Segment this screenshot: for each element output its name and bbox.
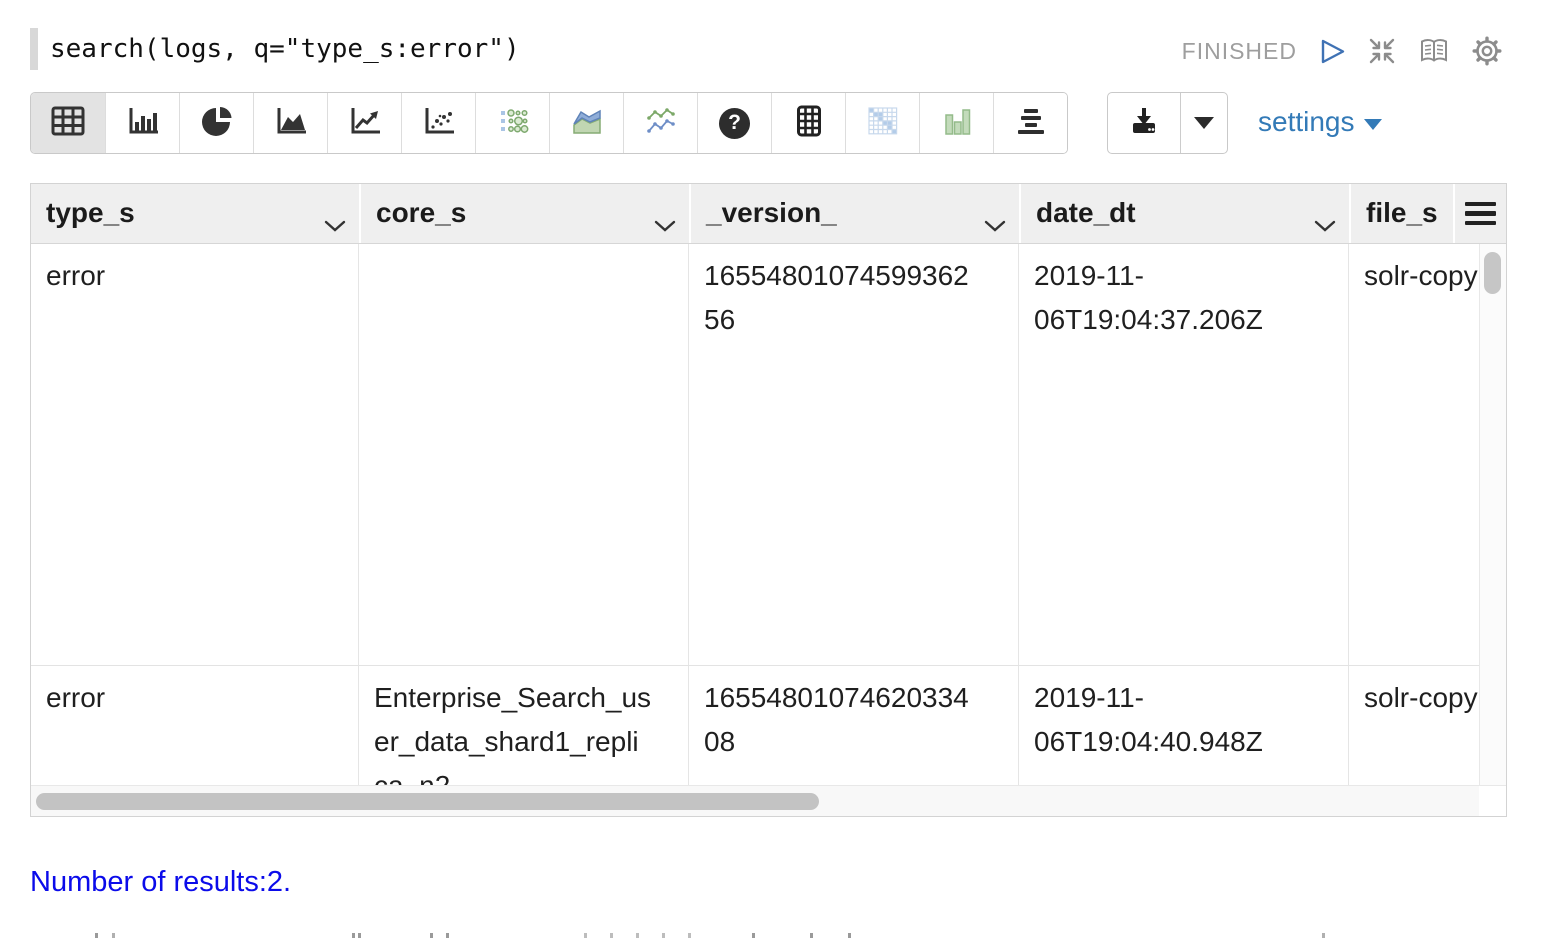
settings-link[interactable]: settings [1258, 106, 1382, 138]
scatter-chart-button[interactable] [401, 93, 475, 153]
chevron-down-icon[interactable] [324, 208, 346, 240]
pie-chart-button[interactable] [179, 93, 253, 153]
cell-core_s [359, 244, 689, 665]
horizontal-scrollbar-thumb[interactable] [36, 793, 819, 810]
caret-down-icon [1364, 119, 1382, 130]
column-header-file_s[interactable]: file_s [1349, 184, 1453, 243]
chart-type-group [30, 92, 1068, 154]
caret-down-icon [1194, 117, 1214, 129]
column-label: file_s [1366, 197, 1438, 228]
download-button[interactable] [1108, 93, 1180, 153]
horizontal-bars-button[interactable] [993, 93, 1067, 153]
column-label: core_s [376, 197, 466, 228]
cell-type_s: error [31, 244, 359, 665]
column-label: _version_ [706, 197, 837, 228]
cell-date_dt: 2019-11-06T19:04:37.206Z [1019, 244, 1349, 665]
compress-icon[interactable] [1368, 37, 1396, 65]
column-label: date_dt [1036, 197, 1136, 228]
visualization-toolbar: settings [30, 92, 1382, 154]
bar-chart-icon [126, 106, 160, 141]
table-icon [51, 106, 85, 141]
table-row: error 1655480107459936256 2019-11-06T19:… [31, 244, 1506, 666]
cell-file_s: solr-copy [1349, 666, 1479, 786]
download-split-button [1107, 92, 1228, 154]
multi-line-chart-icon [644, 106, 678, 141]
table-body: error 1655480107459936256 2019-11-06T19:… [31, 244, 1506, 786]
play-icon[interactable] [1319, 38, 1346, 65]
column-header-version[interactable]: _version_ [689, 184, 1019, 243]
results-count-text: Number of results:2. [30, 866, 291, 899]
code-editor[interactable]: search(logs, q="type_s:error") [30, 28, 520, 70]
line-chart-button[interactable] [327, 93, 401, 153]
pivot-table-icon [792, 105, 826, 142]
stacked-area-chart-icon [570, 106, 604, 141]
horizontal-bars-icon [1014, 107, 1048, 140]
help-icon [719, 108, 750, 139]
cell-file_s: solr-copy [1349, 244, 1479, 665]
editor-gutter-bar [30, 28, 38, 70]
notebook-paragraph: search(logs, q="type_s:error") FINISHED [0, 0, 1544, 938]
pivot-table-button[interactable] [771, 93, 845, 153]
scrollbar-corner [1479, 786, 1506, 816]
column-chart-icon [940, 105, 974, 142]
gear-icon[interactable] [1472, 36, 1502, 66]
cell-date_dt: 2019-11-06T19:04:40.948Z [1019, 666, 1349, 786]
settings-label: settings [1258, 106, 1355, 138]
cell-type_s: error [31, 666, 359, 786]
book-icon[interactable] [1418, 37, 1450, 65]
scatter-chart-icon [422, 106, 456, 141]
heatmap-icon [867, 106, 899, 141]
bubble-matrix-icon [496, 105, 530, 142]
pie-chart-icon [201, 105, 233, 142]
stacked-area-chart-button[interactable] [549, 93, 623, 153]
status-label: FINISHED [1182, 38, 1297, 65]
download-icon [1128, 106, 1160, 141]
table-row: error Enterprise_Search_user_data_shard1… [31, 666, 1506, 786]
chevron-down-icon[interactable] [984, 208, 1006, 240]
query-text[interactable]: search(logs, q="type_s:error") [50, 34, 520, 64]
hamburger-menu-icon [1465, 202, 1496, 226]
results-table: type_s core_s _version_ date_dt [30, 183, 1507, 817]
column-header-type_s[interactable]: type_s [31, 184, 359, 243]
column-header-date_dt[interactable]: date_dt [1019, 184, 1349, 243]
vertical-scrollbar[interactable] [1479, 244, 1506, 785]
help-button[interactable] [697, 93, 771, 153]
column-header-core_s[interactable]: core_s [359, 184, 689, 243]
clipped-next-line [0, 933, 3, 938]
cell-version: 1655480107459936256 [689, 244, 1019, 665]
vertical-scrollbar-thumb[interactable] [1484, 252, 1501, 294]
chevron-down-icon[interactable] [1314, 208, 1336, 240]
horizontal-scrollbar[interactable] [31, 785, 1506, 816]
download-dropdown-button[interactable] [1180, 93, 1227, 153]
line-chart-icon [348, 106, 382, 141]
area-chart-icon [274, 106, 308, 141]
cell-version: 1655480107462033408 [689, 666, 1019, 786]
chevron-down-icon[interactable] [654, 208, 676, 240]
column-label: type_s [46, 197, 135, 228]
table-view-button[interactable] [31, 93, 105, 153]
table-header-row: type_s core_s _version_ date_dt [31, 184, 1506, 244]
area-chart-button[interactable] [253, 93, 327, 153]
multi-line-chart-button[interactable] [623, 93, 697, 153]
cell-core_s: Enterprise_Search_user_data_shard1_repli… [359, 666, 689, 786]
heatmap-button[interactable] [845, 93, 919, 153]
bar-chart-button[interactable] [105, 93, 179, 153]
bubble-matrix-button[interactable] [475, 93, 549, 153]
grid-menu-button[interactable] [1453, 184, 1506, 243]
paragraph-controls: FINISHED [1182, 36, 1502, 66]
column-chart-button[interactable] [919, 93, 993, 153]
